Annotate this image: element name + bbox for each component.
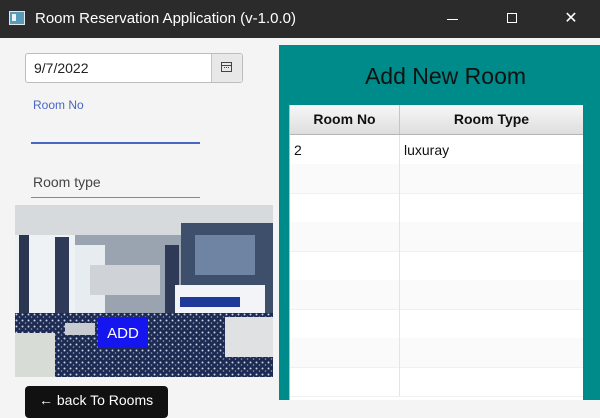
table-row-empty: [290, 338, 583, 368]
title-bar: Room Reservation Application (v-1.0.0) ✕: [0, 0, 600, 38]
table-row-empty: [290, 251, 583, 281]
window-title: Room Reservation Application (v-1.0.0): [35, 10, 296, 27]
room-type-placeholder: Room type: [33, 174, 101, 190]
cell-room-type: luxuray: [400, 135, 583, 164]
app-icon: [9, 11, 25, 25]
minimize-button[interactable]: [430, 0, 476, 38]
empty-cell: [290, 338, 400, 367]
table-row-empty: [290, 193, 583, 223]
add-button[interactable]: ADD: [98, 317, 148, 348]
maximize-icon: [507, 13, 517, 23]
table-header: Room No Room Type: [290, 105, 583, 135]
column-header-room-type[interactable]: Room Type: [400, 105, 583, 134]
empty-cell: [400, 164, 583, 193]
date-value[interactable]: 9/7/2022: [34, 60, 89, 76]
close-button[interactable]: ✕: [548, 0, 594, 38]
column-header-room-no[interactable]: Room No: [290, 105, 400, 134]
date-picker[interactable]: 9/7/2022: [25, 53, 243, 83]
empty-cell: [400, 193, 583, 222]
empty-cell: [290, 222, 400, 251]
close-icon: ✕: [564, 10, 578, 27]
empty-cell: [290, 164, 400, 193]
back-to-rooms-button[interactable]: ← back To Rooms: [25, 386, 168, 418]
empty-cell: [290, 367, 400, 396]
empty-cell: [290, 193, 400, 222]
empty-cell: [400, 280, 583, 309]
empty-cell: [290, 309, 400, 338]
panel-title: Add New Room: [364, 63, 527, 89]
cell-room-no: 2: [290, 135, 400, 164]
cell-room-no-text: 2: [294, 142, 302, 158]
empty-cell: [400, 338, 583, 367]
table-row-empty: [290, 164, 583, 194]
rooms-table[interactable]: Room No Room Type 2 luxuray: [289, 105, 583, 400]
table-row-empty: [290, 222, 583, 252]
maximize-button[interactable]: [489, 0, 535, 38]
empty-cell: [400, 309, 583, 338]
empty-cell: [400, 367, 583, 396]
empty-cell: [290, 280, 400, 309]
room-type-input[interactable]: Room type: [31, 166, 200, 198]
add-room-panel: Add New Room Room No Room Type 2 luxuray: [279, 45, 600, 400]
empty-cell: [400, 251, 583, 280]
calendar-icon: [221, 62, 232, 72]
room-no-label: Room No: [33, 98, 84, 112]
minimize-icon: [447, 19, 458, 20]
calendar-button[interactable]: [211, 54, 242, 82]
table-row[interactable]: 2 luxuray: [290, 135, 583, 165]
empty-cell: [290, 251, 400, 280]
cell-room-type-text: luxuray: [404, 142, 450, 158]
table-row-empty: [290, 309, 583, 339]
table-row-empty: [290, 280, 583, 310]
table-row-empty: [290, 367, 583, 397]
empty-cell: [400, 222, 583, 251]
room-no-input[interactable]: [31, 114, 200, 144]
room-photo: [15, 205, 273, 377]
